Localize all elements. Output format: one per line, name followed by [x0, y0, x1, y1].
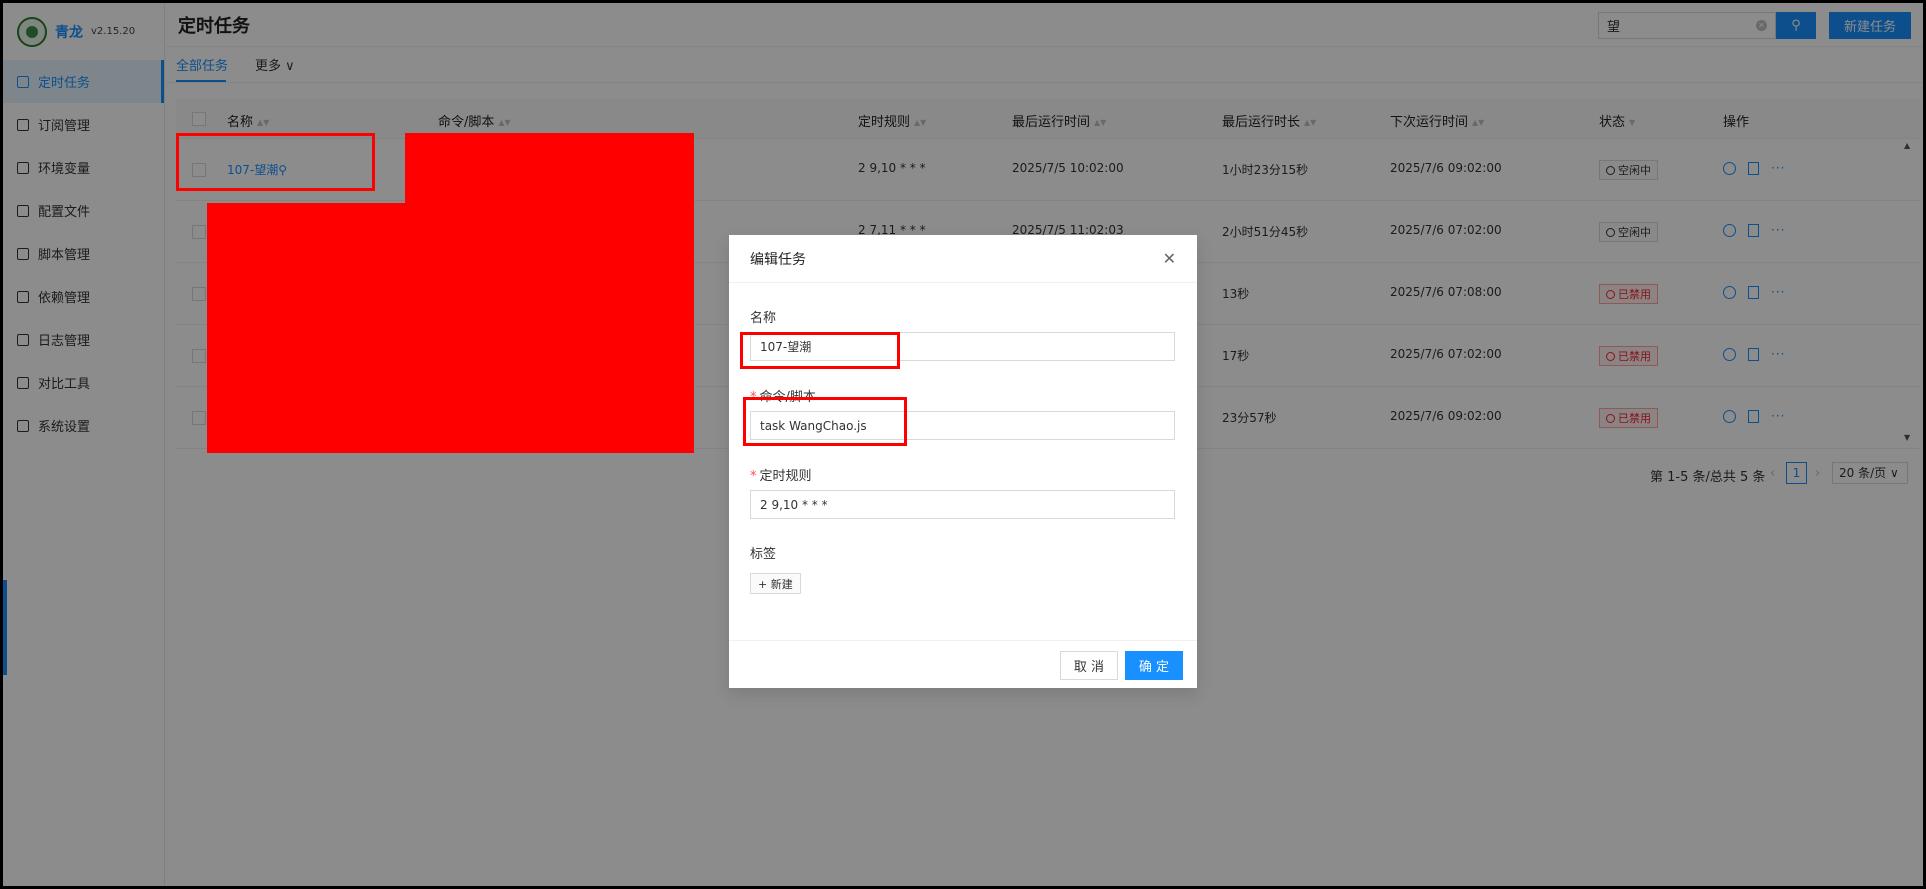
- cancel-button[interactable]: 取 消: [1060, 651, 1118, 680]
- dialog-footer: 取 消 确 定: [729, 640, 1197, 688]
- redaction-block: [207, 203, 407, 453]
- edit-task-dialog: 编辑任务 ✕ 名称 107-望潮 * 命令/脚本 task WangChao.js…: [729, 235, 1197, 688]
- dialog-header: 编辑任务 ✕: [729, 235, 1197, 283]
- highlight-box: [740, 332, 900, 369]
- close-icon[interactable]: ✕: [1163, 249, 1176, 268]
- highlight-box: [743, 397, 907, 446]
- confirm-button[interactable]: 确 定: [1125, 651, 1183, 680]
- schedule-field[interactable]: 2 9,10 * * *: [750, 490, 1175, 519]
- name-label: 名称: [750, 311, 777, 326]
- schedule-label: * 定时规则: [750, 469, 812, 484]
- dialog-title: 编辑任务: [750, 251, 806, 268]
- highlight-box: [176, 133, 375, 191]
- tags-label: 标签: [750, 547, 777, 562]
- add-tag-button[interactable]: + 新建: [750, 573, 801, 594]
- required-mark: *: [750, 469, 757, 484]
- redaction-block: [405, 133, 694, 453]
